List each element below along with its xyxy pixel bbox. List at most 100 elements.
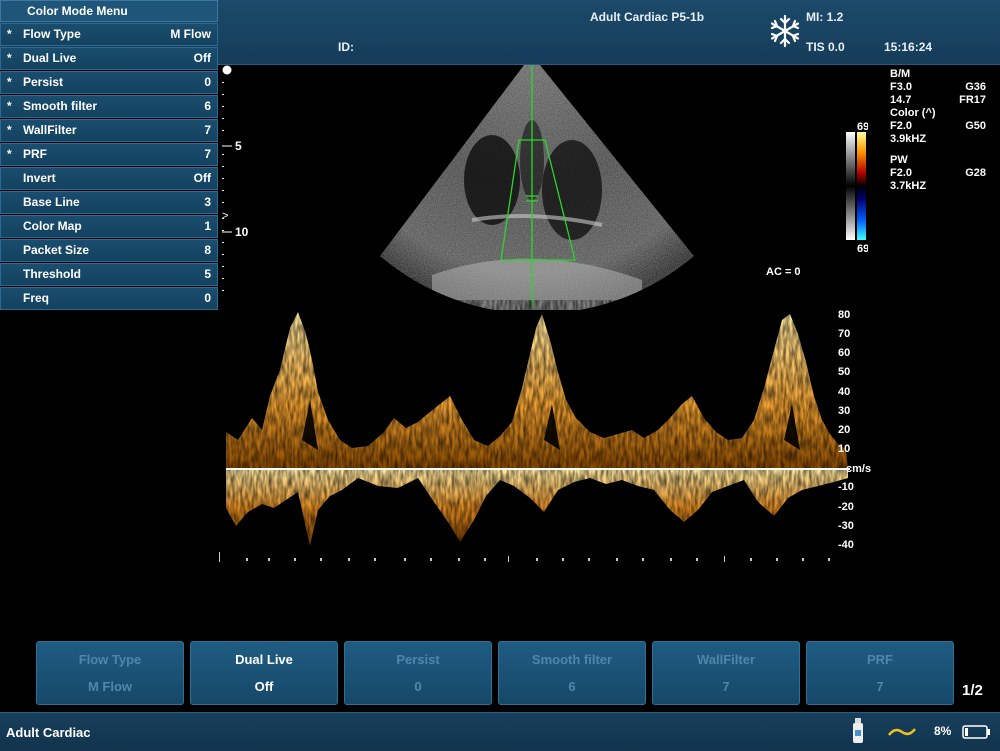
menu-item-label: Threshold (23, 267, 82, 281)
softkey-wallfilter[interactable]: WallFilter 7 (652, 641, 800, 705)
softkey-prf[interactable]: PRF 7 (806, 641, 954, 705)
menu-item-label: Packet Size (23, 243, 90, 257)
menu-item-freq[interactable]: Freq 0 (0, 287, 218, 310)
menu-item-label: Invert (23, 171, 56, 185)
menu-item-wallfilter[interactable]: * WallFilter 7 (0, 119, 218, 142)
depth-scale: 5 > 10 (222, 65, 249, 291)
b-mode-sector-image[interactable] (372, 60, 702, 310)
softkey-label: Smooth filter (531, 652, 613, 667)
menu-item-value: M Flow (170, 27, 211, 41)
softkey-value: 0 (414, 679, 422, 694)
menu-item-label: PRF (23, 147, 47, 161)
menu-item-label: Persist (23, 75, 64, 89)
bottle-icon (853, 718, 863, 743)
softkey-value: Off (254, 679, 274, 694)
menu-item-value: 7 (204, 123, 211, 137)
depth-ticks (222, 82, 224, 291)
status-bar: Adult Cardiac 8% (0, 712, 1000, 751)
velocity-tick: 30 (838, 405, 850, 417)
colorbar-bottom-label: 69 (857, 243, 868, 252)
menu-item-persist[interactable]: * Persist 0 (0, 71, 218, 94)
tis-readout: TIS 0.0 (806, 40, 845, 54)
bm-gain: G36 (965, 81, 986, 93)
focus-marker: > (222, 210, 228, 222)
softkey-label: Persist (396, 652, 440, 667)
velocity-tick: 60 (838, 347, 850, 359)
color-label: Color (^) (890, 107, 936, 119)
menu-item-dual-live[interactable]: * Dual Live Off (0, 47, 218, 70)
bm-depth: 14.7 (890, 94, 912, 106)
velocity-tick: -10 (838, 481, 854, 493)
color-mode-menu: Color Mode Menu * Flow Type M Flow * Dual L… (0, 0, 218, 310)
menu-item-packet-size[interactable]: Packet Size 8 (0, 239, 218, 262)
menu-item-value: 6 (204, 99, 211, 113)
velocity-tick: 70 (838, 328, 850, 340)
menu-star: * (7, 51, 12, 65)
menu-item-color-map[interactable]: Color Map 1 (0, 215, 218, 238)
softkey-label: Dual Live (235, 652, 293, 667)
mi-readout: MI: 1.2 (806, 10, 844, 24)
softkey-label: PRF (867, 652, 893, 667)
patient-id-label: ID: (338, 40, 354, 54)
ac-readout: AC = 0 (766, 266, 801, 278)
menu-star: * (7, 123, 12, 137)
pw-frequency: F2.0 (890, 167, 913, 179)
color-gain: G50 (965, 120, 986, 132)
doppler-spectrum[interactable] (218, 300, 850, 570)
menu-item-label: Smooth filter (23, 99, 97, 113)
velocity-tick: -30 (838, 520, 854, 532)
menu-item-value: 8 (204, 243, 211, 257)
softkey-persist[interactable]: Persist 0 (344, 641, 492, 705)
menu-item-value: 5 (204, 267, 211, 281)
menu-item-value: Off (193, 51, 211, 65)
menu-item-flow-type[interactable]: * Flow Type M Flow (0, 23, 218, 46)
menu-title: Color Mode Menu (0, 0, 218, 22)
menu-star: * (7, 27, 12, 41)
menu-item-threshold[interactable]: Threshold 5 (0, 263, 218, 286)
menu-item-label: Freq (23, 291, 50, 305)
menu-item-value: 1 (204, 219, 211, 233)
pw-label: PW (890, 154, 908, 166)
menu-star: * (7, 147, 12, 161)
softkey-label: Flow Type (78, 652, 142, 667)
bm-frame-rate: FR17 (959, 94, 986, 106)
softkey-value: 6 (568, 679, 576, 694)
softkey-bar: Flow Type M Flow Dual Live Off Persist 0… (36, 641, 956, 705)
color-velocity-bar: 69 69 (846, 122, 868, 252)
menu-item-prf[interactable]: * PRF 7 (0, 143, 218, 166)
menu-item-base-line[interactable]: Base Line 3 (0, 191, 218, 214)
velocity-tick: 10 (838, 443, 850, 455)
softkey-label: WallFilter (696, 652, 756, 667)
menu-star: * (7, 75, 12, 89)
velocity-scale: 80 70 60 50 40 30 20 10 cm/s -10 -20 -30… (838, 309, 871, 551)
menu-item-value: Off (193, 171, 211, 185)
menu-item-label: WallFilter (23, 123, 77, 137)
color-frequency: F2.0 (890, 120, 913, 132)
menu-star: * (7, 99, 12, 113)
softkey-value: 7 (876, 679, 884, 694)
menu-item-smooth-filter[interactable]: * Smooth filter 6 (0, 95, 218, 118)
velocity-tick: 20 (838, 424, 850, 436)
clock: 15:16:24 (884, 40, 933, 54)
menu-item-label: Base Line (23, 195, 80, 209)
menu-item-invert[interactable]: Invert Off (0, 167, 218, 190)
page-indicator[interactable]: 1/2 (962, 682, 983, 699)
acquisition-parameters: B/M F3.0 G36 14.7 FR17 Color (^) F2.0 G50 3… (890, 68, 990, 193)
exam-type-label: Adult Cardiac (6, 725, 91, 740)
battery-percent: 8% (934, 724, 952, 738)
softkey-flow-type[interactable]: Flow Type M Flow (36, 641, 184, 705)
depth-label-5: 5 (235, 139, 242, 153)
velocity-tick: 80 (838, 309, 850, 321)
menu-item-value: 0 (204, 291, 211, 305)
menu-item-value: 0 (204, 75, 211, 89)
velocity-tick: 40 (838, 386, 850, 398)
menu-item-value: 7 (204, 147, 211, 161)
snowflake-icon[interactable] (768, 14, 802, 48)
velocity-tick: 50 (838, 366, 850, 378)
pw-prf: 3.7kHZ (890, 180, 927, 192)
color-prf: 3.9kHZ (890, 133, 927, 145)
menu-item-label: Dual Live (23, 51, 77, 65)
softkey-smooth-filter[interactable]: Smooth filter 6 (498, 641, 646, 705)
softkey-dual-live[interactable]: Dual Live Off (190, 641, 338, 705)
velocity-unit: cm/s (846, 463, 871, 475)
